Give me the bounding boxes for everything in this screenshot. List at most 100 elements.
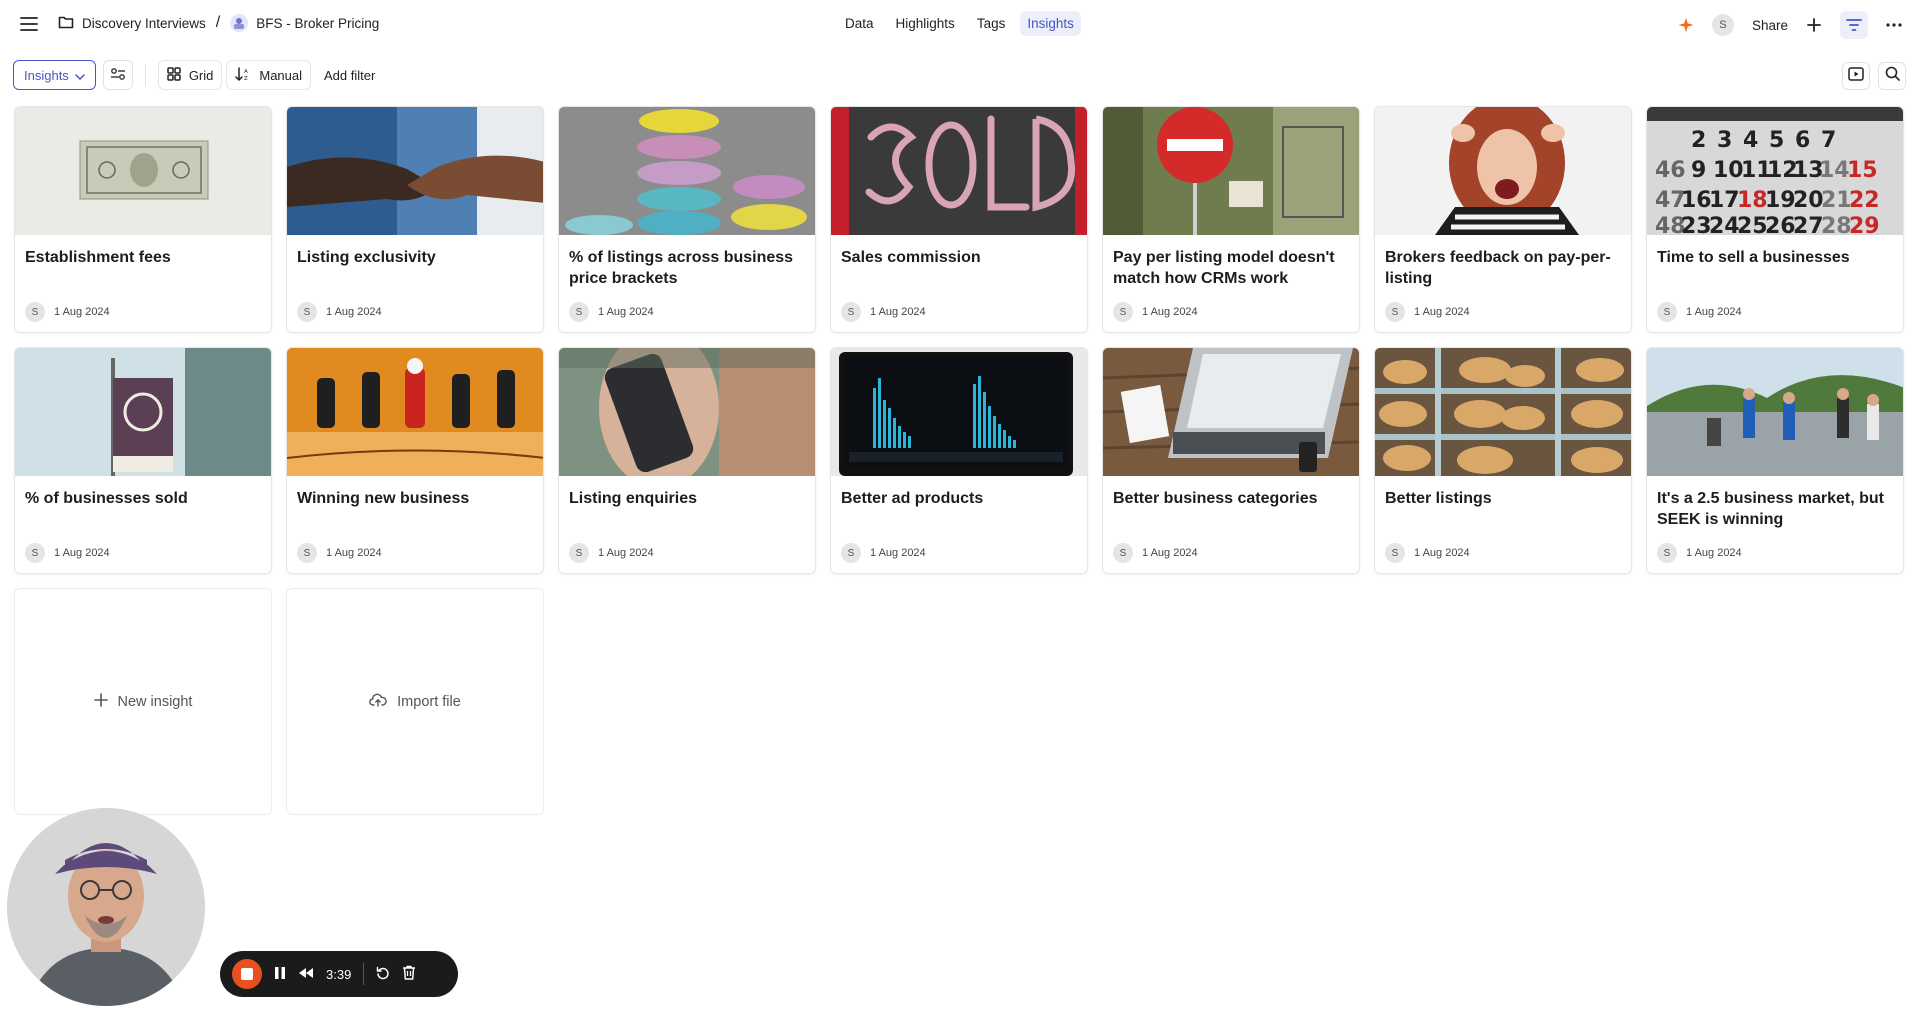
restart-icon[interactable]	[376, 966, 390, 983]
card-date: 1 Aug 2024	[1142, 306, 1198, 318]
breadcrumb-folder[interactable]: Discovery Interviews	[58, 15, 206, 32]
rewind-icon[interactable]	[298, 967, 314, 982]
svg-text:24: 24	[1709, 214, 1740, 235]
card-date: 1 Aug 2024	[1414, 547, 1470, 559]
card-meta: S 1 Aug 2024	[297, 543, 382, 563]
insight-card[interactable]: 234567 46 9 10 11 12 13 14 15 47 16 17 18 19 20 21 22 …	[1646, 106, 1904, 333]
upload-cloud-icon	[369, 693, 387, 711]
sort-label: Manual	[259, 67, 303, 83]
grid-view-label: Grid	[188, 67, 214, 83]
import-file-label: Import file	[397, 693, 461, 710]
card-title: Establishment fees	[25, 249, 171, 266]
card-title: Pay per listing model doesn't match how …	[1113, 249, 1335, 287]
webcam-preview[interactable]	[7, 808, 205, 1006]
svg-text:21: 21	[1821, 188, 1852, 213]
insight-card[interactable]: Establishment fees S 1 Aug 2024	[14, 106, 272, 333]
insight-card[interactable]: Winning new business S 1 Aug 2024	[286, 347, 544, 574]
svg-text:16: 16	[1681, 188, 1712, 213]
menu-icon[interactable]	[18, 13, 40, 35]
add-filter-button[interactable]: Add filter	[315, 60, 384, 90]
share-button[interactable]: Share	[1752, 18, 1788, 33]
insight-card[interactable]: % of businesses sold S 1 Aug 2024	[14, 347, 272, 574]
filter-icon[interactable]	[1840, 11, 1868, 39]
user-avatar[interactable]: S	[1711, 14, 1734, 36]
card-meta: S 1 Aug 2024	[1385, 302, 1470, 322]
card-meta: S 1 Aug 2024	[25, 543, 110, 563]
card-date: 1 Aug 2024	[54, 547, 110, 559]
insight-card[interactable]: Better listings S 1 Aug 2024	[1374, 347, 1632, 574]
card-title: Winning new business	[297, 490, 470, 507]
card-title: Better business categories	[1113, 490, 1318, 507]
tab-insights[interactable]: Insights	[1020, 11, 1081, 36]
card-title: Listing enquiries	[569, 490, 698, 507]
svg-text:6: 6	[1795, 128, 1810, 153]
svg-text:3: 3	[1717, 128, 1732, 153]
svg-text:5: 5	[1769, 128, 1784, 153]
card-meta: S 1 Aug 2024	[1113, 302, 1198, 322]
author-avatar: S	[297, 543, 317, 563]
trash-icon[interactable]	[402, 965, 416, 983]
svg-text:28: 28	[1821, 214, 1852, 235]
header-actions: S Share	[1678, 11, 1902, 39]
top-bar: Discovery Interviews / BFS - Broker Pric…	[0, 0, 1920, 50]
svg-text:15: 15	[1847, 158, 1878, 183]
card-image	[287, 348, 543, 476]
card-image	[1375, 348, 1631, 476]
card-title: % of listings across business price brac…	[569, 249, 794, 287]
present-button[interactable]	[1842, 62, 1870, 90]
plus-icon[interactable]	[1806, 17, 1822, 33]
view-select-label: Insights	[24, 67, 69, 83]
svg-text:18: 18	[1737, 188, 1768, 213]
import-file-button[interactable]: Import file	[286, 588, 544, 815]
breadcrumb-project[interactable]: BFS - Broker Pricing	[230, 14, 379, 32]
tab-data[interactable]: Data	[838, 11, 881, 36]
search-icon	[1885, 66, 1900, 86]
insight-card[interactable]: Pay per listing model doesn't match how …	[1102, 106, 1360, 333]
author-avatar: S	[1385, 302, 1405, 322]
card-date: 1 Aug 2024	[1686, 306, 1742, 318]
insight-card[interactable]: % of listings across business price brac…	[558, 106, 816, 333]
insight-card[interactable]: Better ad products S 1 Aug 2024	[830, 347, 1088, 574]
card-meta: S 1 Aug 2024	[569, 302, 654, 322]
sparkle-icon[interactable]	[1678, 17, 1694, 33]
sort-button[interactable]: AZ Manual	[226, 60, 312, 90]
card-meta: S 1 Aug 2024	[1657, 543, 1742, 563]
svg-text:7: 7	[1821, 128, 1836, 153]
toolbar-divider	[144, 64, 146, 86]
card-meta: S 1 Aug 2024	[841, 302, 926, 322]
insight-card[interactable]: Sales commission S 1 Aug 2024	[830, 106, 1088, 333]
stop-recording-button[interactable]	[232, 959, 262, 989]
pause-icon[interactable]	[274, 966, 286, 983]
card-image	[1647, 348, 1903, 476]
card-image	[1103, 107, 1359, 235]
card-title: Time to sell a businesses	[1657, 249, 1850, 266]
tab-highlights[interactable]: Highlights	[889, 11, 962, 36]
grid-view-button[interactable]: Grid	[157, 60, 223, 90]
svg-text:9: 9	[1691, 158, 1706, 183]
card-date: 1 Aug 2024	[1142, 547, 1198, 559]
chevron-down-icon	[75, 68, 85, 83]
grid-icon	[167, 66, 181, 84]
toolbar-right	[1842, 62, 1906, 90]
svg-text:25: 25	[1737, 214, 1768, 235]
new-insight-button[interactable]: New insight	[14, 588, 272, 815]
insight-card[interactable]: Brokers feedback on pay-per-listing S 1 …	[1374, 106, 1632, 333]
insight-card[interactable]: Better business categories S 1 Aug 2024	[1102, 347, 1360, 574]
view-select[interactable]: Insights	[13, 60, 96, 90]
svg-text:19: 19	[1765, 188, 1796, 213]
card-image	[559, 348, 815, 476]
card-meta: S 1 Aug 2024	[25, 302, 110, 322]
insight-card[interactable]: It's a 2.5 business market, but SEEK is …	[1646, 347, 1904, 574]
search-button[interactable]	[1878, 62, 1906, 90]
tab-tags[interactable]: Tags	[970, 11, 1013, 36]
author-avatar: S	[1657, 302, 1677, 322]
insight-card[interactable]: Listing enquiries S 1 Aug 2024	[558, 347, 816, 574]
view-settings-button[interactable]	[102, 60, 133, 90]
svg-text:27: 27	[1793, 214, 1824, 235]
card-image	[831, 107, 1087, 235]
insight-card[interactable]: Listing exclusivity S 1 Aug 2024	[286, 106, 544, 333]
recording-timer: 3:39	[326, 966, 352, 982]
card-date: 1 Aug 2024	[1686, 547, 1742, 559]
stop-icon	[241, 968, 253, 980]
more-icon[interactable]	[1886, 23, 1902, 27]
